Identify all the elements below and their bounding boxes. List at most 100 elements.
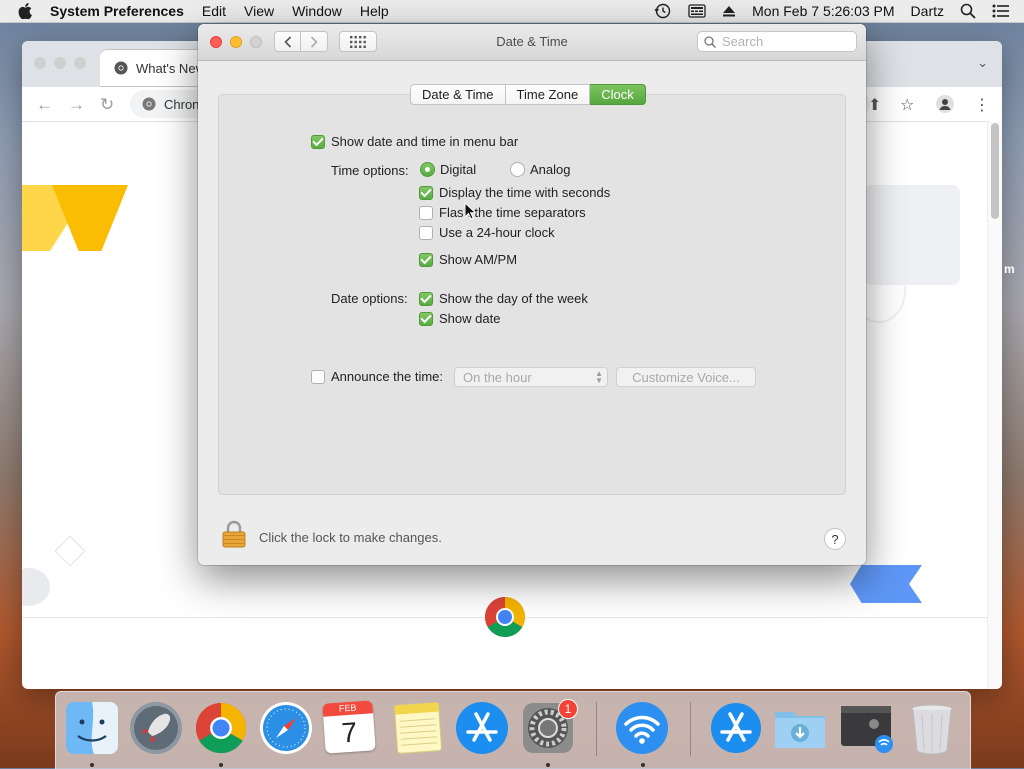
- desktop-partial-text: m: [1004, 262, 1015, 276]
- menubar-clock[interactable]: Mon Feb 7 5:26:03 PM: [744, 3, 902, 19]
- dock-separator: [690, 702, 691, 756]
- lock-message: Click the lock to make changes.: [259, 530, 442, 545]
- analog-radio-row[interactable]: Analog: [510, 162, 570, 177]
- customize-voice-label: Customize Voice...: [632, 369, 740, 385]
- menu-window[interactable]: Window: [283, 3, 351, 19]
- show-in-menubar-row[interactable]: Show date and time in menu bar: [311, 134, 518, 149]
- analog-radio[interactable]: [510, 162, 525, 177]
- notification-center-icon[interactable]: [984, 4, 1024, 18]
- show-ampm-row[interactable]: Show AM/PM: [419, 252, 517, 267]
- running-indicator: [546, 763, 550, 767]
- decorative-diamond: [54, 535, 86, 567]
- digital-radio[interactable]: [420, 162, 435, 177]
- menu-bar: System Preferences Edit View Window Help…: [0, 0, 1024, 23]
- dock: FEB 7 1: [55, 691, 971, 769]
- customize-voice-button[interactable]: Customize Voice...: [616, 367, 756, 387]
- launchpad-icon[interactable]: [128, 700, 184, 756]
- chrome-scrollbar-thumb[interactable]: [991, 123, 999, 219]
- notification-badge: 1: [558, 699, 578, 719]
- spotlight-search-icon[interactable]: [952, 3, 984, 19]
- 24-hour-row[interactable]: Use a 24-hour clock: [419, 225, 555, 240]
- apple-icon[interactable]: [18, 3, 32, 19]
- calendar-icon[interactable]: FEB 7: [322, 700, 376, 754]
- running-indicator: [219, 763, 223, 767]
- seconds-row[interactable]: Display the time with seconds: [419, 185, 610, 200]
- digital-label: Digital: [440, 162, 477, 177]
- chrome-minimize-button[interactable]: [54, 57, 66, 69]
- safari-icon[interactable]: [258, 700, 314, 756]
- menubar-user[interactable]: Dartz: [903, 3, 952, 19]
- menu-edit[interactable]: Edit: [193, 3, 235, 19]
- chrome-site-icon: [142, 97, 156, 111]
- menu-help[interactable]: Help: [351, 3, 398, 19]
- lock-icon[interactable]: [222, 520, 246, 548]
- wireless-diagnostics-icon[interactable]: [838, 700, 894, 756]
- 24-hour-clock-checkbox[interactable]: [419, 225, 433, 240]
- time-options-label: Time options:: [331, 163, 409, 178]
- decorative-circle: [22, 568, 50, 606]
- chrome-icon[interactable]: [193, 700, 249, 756]
- announce-time-checkbox[interactable]: [311, 369, 325, 384]
- search-input[interactable]: [720, 33, 844, 50]
- chrome-forward-icon[interactable]: →: [68, 95, 85, 115]
- running-indicator: [90, 763, 94, 767]
- show-ampm-checkbox[interactable]: [419, 252, 433, 267]
- chrome-favicon-icon: [114, 61, 128, 75]
- chrome-close-button[interactable]: [34, 57, 46, 69]
- help-button[interactable]: ?: [824, 528, 846, 550]
- tab-date-time[interactable]: Date & Time: [410, 84, 506, 105]
- display-seconds-label: Display the time with seconds: [439, 185, 611, 200]
- tab-clock[interactable]: Clock: [590, 84, 646, 105]
- finder-icon[interactable]: [64, 700, 120, 756]
- chrome-logo-icon: [485, 597, 525, 637]
- date-options-label: Date options:: [331, 291, 408, 306]
- eject-icon[interactable]: [714, 5, 744, 17]
- digital-radio-row[interactable]: Digital: [420, 162, 476, 177]
- tab-time-zone[interactable]: Time Zone: [505, 84, 591, 105]
- chrome-omnibox-text: Chron: [164, 96, 200, 112]
- date-time-window: Date & Time Date & Time Time Zone Clock …: [198, 24, 866, 565]
- mouse-cursor-icon: [464, 202, 476, 220]
- app-store-stack-icon[interactable]: [708, 700, 764, 756]
- flash-separators-checkbox[interactable]: [419, 205, 433, 220]
- menu-view[interactable]: View: [235, 3, 283, 19]
- announce-interval-popup[interactable]: On the hour ▲ ▼: [454, 367, 608, 387]
- window-titlebar: Date & Time: [198, 24, 866, 61]
- analog-label: Analog: [530, 162, 571, 177]
- tab-bar: Date & Time Time Zone Clock: [410, 84, 646, 106]
- show-date-checkbox[interactable]: [419, 311, 433, 326]
- profile-avatar-icon[interactable]: [936, 95, 954, 118]
- announce-time-label: Announce the time:: [331, 369, 444, 384]
- share-icon[interactable]: ⬆: [868, 95, 881, 115]
- chrome-menu-icon[interactable]: ⋮: [974, 95, 990, 115]
- chrome-tab-search-icon[interactable]: ⌄: [977, 55, 988, 71]
- popup-arrows-icon: ▲ ▼: [595, 369, 603, 385]
- show-in-menubar-checkbox[interactable]: [311, 134, 325, 149]
- app-store-icon[interactable]: [454, 700, 510, 756]
- chrome-reload-icon[interactable]: ↻: [100, 95, 114, 115]
- announce-row[interactable]: Announce the time:: [311, 369, 443, 384]
- downloads-folder-icon[interactable]: [772, 700, 828, 756]
- notes-icon[interactable]: [390, 700, 446, 756]
- search-field[interactable]: [697, 31, 857, 52]
- flash-separators-label: Flash the time separators: [439, 205, 586, 220]
- day-of-week-checkbox[interactable]: [419, 291, 433, 306]
- trash-icon[interactable]: [904, 700, 960, 756]
- flash-separators-row[interactable]: Flash the time separators: [419, 205, 586, 220]
- app-menu[interactable]: System Preferences: [41, 3, 193, 19]
- day-of-week-label: Show the day of the week: [439, 291, 588, 306]
- dock-separator: [596, 702, 597, 756]
- bookmark-star-icon[interactable]: ☆: [900, 95, 914, 115]
- announce-interval-value: On the hour: [463, 369, 532, 385]
- show-in-menubar-label: Show date and time in menu bar: [331, 134, 519, 149]
- calendar-day: 7: [340, 716, 359, 749]
- display-seconds-checkbox[interactable]: [419, 185, 433, 200]
- chrome-zoom-button[interactable]: [74, 57, 86, 69]
- time-machine-icon[interactable]: [646, 3, 680, 19]
- keyboard-input-icon[interactable]: [680, 4, 714, 18]
- chrome-back-icon[interactable]: ←: [36, 95, 53, 115]
- day-of-week-row[interactable]: Show the day of the week: [419, 291, 588, 306]
- wifi-icon[interactable]: [614, 700, 670, 756]
- show-date-row[interactable]: Show date: [419, 311, 500, 326]
- show-date-label: Show date: [439, 311, 501, 326]
